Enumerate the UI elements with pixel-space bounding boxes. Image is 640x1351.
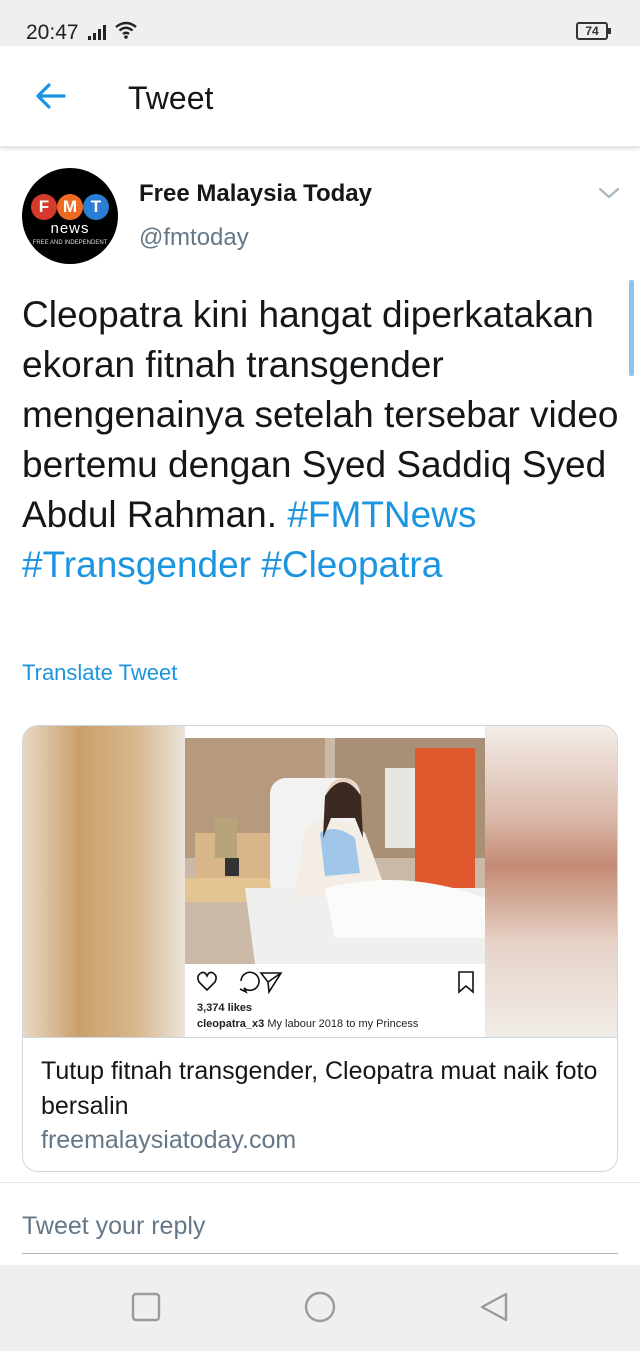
app-bar: Tweet [0, 46, 640, 147]
blurred-background-right [485, 726, 617, 1037]
card-info: Tutup fitnah transgender, Cleopatra muat… [23, 1037, 617, 1171]
avatar-news-label: news [50, 220, 90, 237]
navigation-bar [0, 1265, 640, 1351]
translate-tweet-link[interactable]: Translate Tweet [22, 660, 177, 686]
reply-input[interactable]: Tweet your reply [22, 1198, 618, 1254]
tweet-text: Cleopatra kini hangat diperkatakan ekora… [22, 290, 622, 590]
battery-icon: 74 [576, 22, 611, 40]
square-nav-icon[interactable] [130, 1291, 162, 1323]
status-time: 20:47 [26, 21, 79, 44]
card-title: Tutup fitnah transgender, Cleopatra muat… [41, 1057, 598, 1120]
scrollbar[interactable] [629, 280, 634, 376]
divider [0, 1182, 640, 1183]
author-handle[interactable]: @fmtoday [139, 224, 249, 252]
hospital-bed-photo [185, 738, 485, 964]
instagram-caption-text: My labour 2018 to my Princess [267, 1018, 419, 1030]
instagram-caption: cleopatra_x3 My labour 2018 to my Prince… [197, 1018, 418, 1030]
wifi-icon [115, 21, 137, 39]
avatar-tagline: FREE AND INDEPENDENT [32, 240, 108, 246]
hashtag-transgender[interactable]: #Transgender [22, 544, 251, 585]
circle-nav-icon[interactable] [304, 1291, 336, 1323]
signal-icon [88, 25, 106, 40]
hashtag-cleopatra[interactable]: #Cleopatra [261, 544, 442, 585]
avatar-letter-f: F [31, 194, 57, 220]
card-image: 3,374 likes cleopatra_x3 My labour 2018 … [23, 726, 617, 1037]
instagram-likes: 3,374 likes [197, 1002, 253, 1014]
chevron-down-icon[interactable] [598, 186, 620, 200]
page-title: Tweet [128, 80, 214, 116]
status-bar: 20:47 74 [0, 0, 640, 46]
blurred-background-left [23, 726, 185, 1037]
hashtag-fmtnews[interactable]: #FMTNews [287, 494, 476, 535]
avatar-letter-t: T [83, 194, 109, 220]
back-arrow-icon[interactable] [34, 82, 66, 110]
author-name[interactable]: Free Malaysia Today [139, 180, 372, 208]
card-domain: freemalaysiatoday.com [41, 1126, 297, 1154]
bookmark-icon [458, 971, 474, 994]
triangle-back-nav-icon[interactable] [478, 1291, 510, 1323]
instagram-post: 3,374 likes cleopatra_x3 My labour 2018 … [185, 726, 485, 1037]
instagram-user: cleopatra_x3 [197, 1018, 265, 1030]
instagram-action-icons [197, 971, 474, 994]
share-icon [259, 972, 283, 994]
avatar[interactable]: F M T news FREE AND INDEPENDENT [22, 168, 118, 264]
heart-icon [197, 971, 217, 992]
link-card[interactable]: 3,374 likes cleopatra_x3 My labour 2018 … [22, 725, 618, 1172]
comment-icon [239, 971, 260, 994]
avatar-letter-m: M [57, 194, 83, 220]
